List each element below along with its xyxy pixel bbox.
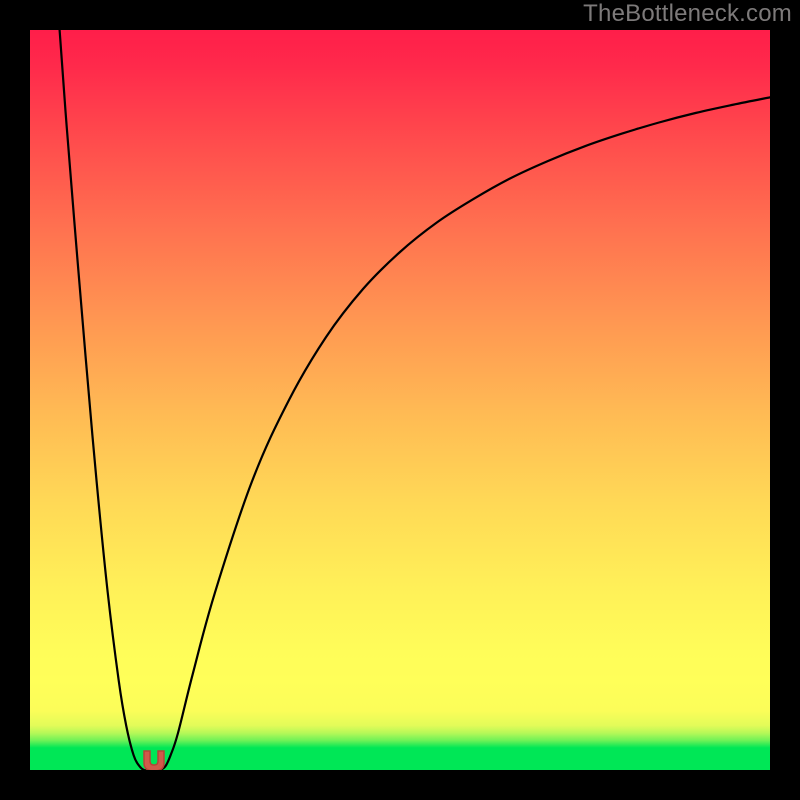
- plot-area: [30, 30, 770, 770]
- u-icon: [144, 751, 164, 770]
- bottleneck-curve: [30, 30, 770, 770]
- optimal-point-marker: [141, 749, 167, 770]
- curve-left-branch: [60, 30, 149, 770]
- watermark-label: TheBottleneck.com: [583, 0, 792, 28]
- curve-right-branch: [160, 97, 770, 770]
- chart-frame: TheBottleneck.com: [0, 0, 800, 800]
